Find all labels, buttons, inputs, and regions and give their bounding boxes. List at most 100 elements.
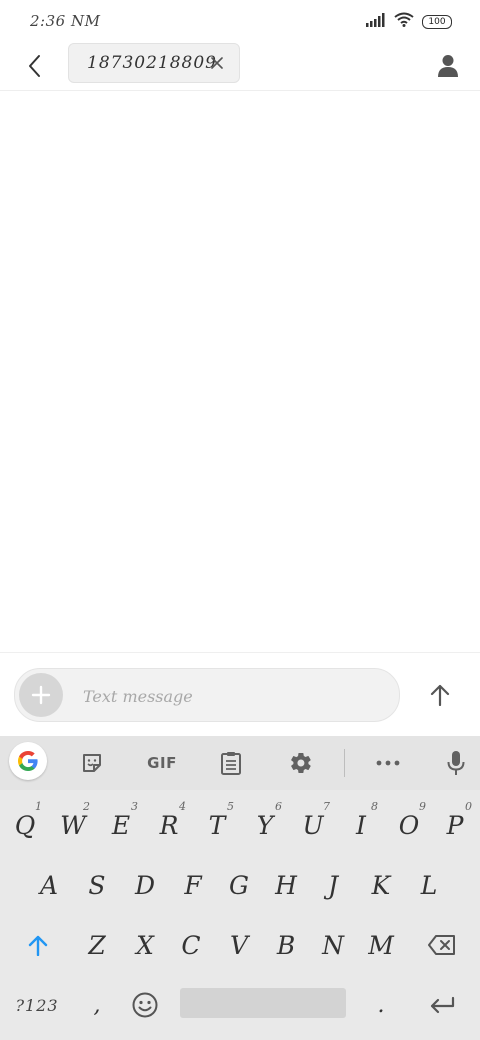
backspace-key[interactable] [412,914,472,976]
google-icon [18,751,38,771]
gif-button[interactable]: GIF [141,744,183,782]
key-t[interactable]: T5 [194,794,240,856]
key-label: E [111,810,131,840]
key-z[interactable]: Z [74,914,120,976]
key-label: M [368,930,394,960]
key-k[interactable]: K [358,854,404,916]
key-c[interactable]: C [168,914,214,976]
voice-input-button[interactable] [436,744,476,782]
key-hint: 1 [35,800,42,813]
send-button[interactable] [422,677,458,713]
key-q[interactable]: Q1 [2,794,48,856]
key-l[interactable]: L [406,854,452,916]
key-i[interactable]: I8 [338,794,384,856]
key-d[interactable]: D [122,854,168,916]
key-label: K [371,870,391,900]
key-label: O [398,810,420,840]
symbols-key[interactable]: ?123 [4,974,70,1036]
key-p[interactable]: P0 [432,794,478,856]
key-label: Q [14,810,36,840]
wifi-icon [394,12,414,31]
key-label: W [60,810,86,840]
settings-button[interactable] [281,744,321,782]
key-hint: 2 [83,800,90,813]
key-hint: 8 [371,800,378,813]
key-e[interactable]: E3 [98,794,144,856]
remove-recipient-button[interactable] [207,53,227,73]
key-j[interactable]: J [310,854,356,916]
key-label: B [276,930,296,960]
key-label: D [134,870,156,900]
sticker-button[interactable] [72,744,112,782]
key-label: I [356,810,366,840]
clipboard-button[interactable] [211,744,251,782]
toolbar-divider [344,749,345,777]
key-u[interactable]: U7 [290,794,336,856]
key-row-2: A S D F G H J K L [0,854,480,916]
key-label: V [229,930,249,960]
more-options-button[interactable] [368,744,408,782]
key-label: F [184,870,202,900]
gear-icon [291,752,311,774]
key-hint: 5 [227,800,234,813]
recipient-chip[interactable]: 18730218809 [68,43,240,83]
arrow-up-icon [430,684,450,706]
symbols-label: ?123 [15,995,59,1015]
google-search-button[interactable] [9,742,47,780]
key-label: P [446,810,464,840]
status-time: 2:36 NM [30,12,101,30]
key-label: , [93,992,101,1018]
key-m[interactable]: M [358,914,404,976]
shift-key[interactable] [8,914,68,976]
add-attachment-button[interactable] [19,673,63,717]
period-key[interactable]: . [358,974,404,1036]
key-label: R [159,810,179,840]
gif-label: GIF [147,754,177,772]
key-w[interactable]: W2 [50,794,96,856]
key-b[interactable]: B [263,914,309,976]
person-icon [438,55,458,77]
smiley-icon [132,992,158,1018]
key-row-1: Q1 W2 E3 R4 T5 Y6 U7 I8 O9 P0 [0,794,480,856]
key-label: C [181,930,201,960]
backspace-icon [428,935,455,955]
keyboard: G I F Q 1 W 2 E 3 R 4 T 5 Y 6 U 7 I 8 O 9 … [0,736,480,1040]
key-hint: 4 [179,800,186,813]
space-bar[interactable] [180,988,346,1018]
key-v[interactable]: V [216,914,262,976]
message-input[interactable] [81,677,385,715]
contact-button[interactable] [430,48,466,84]
compose-box [14,668,400,722]
key-f[interactable]: F [170,854,216,916]
comma-key[interactable]: , [74,974,120,1036]
key-g[interactable]: G [216,854,262,916]
status-icons: 100 [366,12,452,31]
message-list [0,91,480,652]
key-o[interactable]: O9 [386,794,432,856]
battery-icon: 100 [422,14,452,29]
key-s[interactable]: S [74,854,120,916]
key-a[interactable]: A [26,854,72,916]
key-hint: 7 [323,800,330,813]
keyboard-toolbar: GIF [0,736,480,790]
key-r[interactable]: R4 [146,794,192,856]
enter-key[interactable] [412,974,472,1036]
key-y[interactable]: Y6 [242,794,288,856]
key-label: L [420,870,438,900]
signal-icon [366,12,386,31]
key-label: Z [88,930,106,960]
key-label: J [327,870,339,900]
key-label: H [275,870,297,900]
conversation-header: 18730218809 [0,42,480,91]
key-label: A [39,870,59,900]
emoji-key[interactable] [122,974,168,1036]
key-row-4: ?123 , . [0,974,480,1036]
key-n[interactable]: N [310,914,356,976]
key-x[interactable]: X [122,914,168,976]
back-arrow-icon [29,55,40,77]
back-button[interactable] [16,48,52,84]
key-label: T [208,810,226,840]
close-icon [211,57,223,69]
clipboard-icon [221,752,241,775]
key-h[interactable]: H [263,854,309,916]
